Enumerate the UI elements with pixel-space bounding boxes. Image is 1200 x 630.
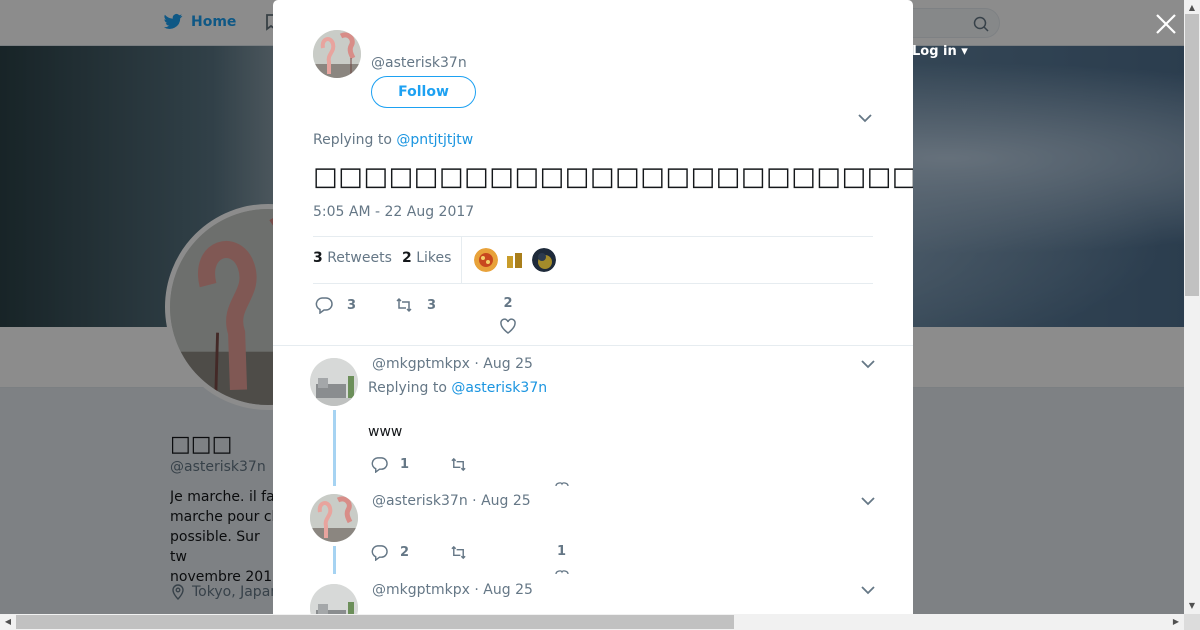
close-icon[interactable] bbox=[1154, 12, 1178, 36]
reply-header: @mkgptmkpx · Aug 25 bbox=[372, 356, 533, 372]
reply-author-handle[interactable]: @mkgptmkpx bbox=[372, 356, 470, 372]
like-button[interactable]: 2 bbox=[499, 296, 517, 335]
reply-header: @mkgptmkpx · Aug 25 bbox=[372, 582, 533, 598]
scroll-right-arrow[interactable]: ▶ bbox=[1168, 614, 1184, 630]
reply-author-handle[interactable]: @mkgptmkpx bbox=[372, 582, 470, 598]
tweet-stats: 3 Retweets 2 Likes bbox=[313, 236, 873, 284]
like-count[interactable]: 1 bbox=[557, 544, 566, 559]
reply-date[interactable]: · Aug 25 bbox=[472, 493, 531, 509]
chevron-down-icon[interactable] bbox=[861, 496, 875, 506]
avatar[interactable] bbox=[310, 584, 358, 614]
follow-button[interactable]: Follow bbox=[371, 76, 476, 108]
reply-tweet[interactable]: @mkgptmkpx · Aug 25 bbox=[273, 574, 913, 614]
replying-to: Replying to @pntjtjtjtw bbox=[313, 132, 474, 148]
reply-icon bbox=[371, 545, 388, 561]
chevron-down-icon[interactable] bbox=[858, 113, 872, 123]
retweet-icon bbox=[451, 457, 466, 472]
chevron-down-icon[interactable] bbox=[861, 359, 875, 369]
reply-date[interactable]: · Aug 25 bbox=[474, 582, 533, 598]
chevron-down-icon[interactable] bbox=[861, 585, 875, 595]
reply-text: www bbox=[368, 424, 403, 440]
thread-line bbox=[333, 546, 336, 574]
scroll-down-arrow[interactable]: ▼ bbox=[1184, 598, 1200, 614]
liker-avatar[interactable] bbox=[532, 248, 556, 272]
replying-to-link[interactable]: @pntjtjtjtw bbox=[396, 132, 473, 148]
reply-tweet[interactable]: @mkgptmkpx · Aug 25 Replying to @asteris… bbox=[273, 346, 913, 486]
reply-button[interactable]: 1 bbox=[371, 456, 409, 473]
reply-icon bbox=[315, 297, 333, 314]
retweet-button[interactable]: 3 bbox=[395, 296, 436, 314]
replying-to: Replying to @asterisk37n bbox=[368, 380, 548, 396]
reply-button[interactable]: 3 bbox=[315, 296, 356, 314]
tweet-timestamp[interactable]: 5:05 AM - 22 Aug 2017 bbox=[313, 204, 474, 220]
likes-stat[interactable]: 2 Likes bbox=[402, 250, 451, 266]
tweet-actions: 3 3 2 bbox=[313, 296, 873, 336]
reply-actions: 2 1 bbox=[368, 544, 668, 574]
avatar[interactable] bbox=[313, 30, 361, 78]
avatar[interactable] bbox=[310, 494, 358, 542]
retweet-icon bbox=[451, 545, 466, 560]
reply-tweet[interactable]: @asterisk37n · Aug 25 2 1 bbox=[273, 486, 913, 574]
reply-icon bbox=[371, 457, 388, 473]
scrollbar-corner bbox=[1184, 614, 1200, 630]
horizontal-scrollbar-thumb[interactable] bbox=[16, 615, 734, 629]
tweet-text: □□□□□□□□□□□□□□□□□□□□□□□□□□□□□□□□□□□□□□□□… bbox=[313, 162, 913, 192]
login-link[interactable]: Log in ▾ bbox=[912, 44, 968, 59]
reply-date[interactable]: · Aug 25 bbox=[474, 356, 533, 372]
retweet-button[interactable] bbox=[450, 544, 479, 561]
permalink-tweet: @asterisk37n Follow Replying to @pntjtjt… bbox=[273, 0, 913, 346]
liker-avatar[interactable] bbox=[503, 248, 527, 272]
tweet-author-handle[interactable]: @asterisk37n bbox=[371, 55, 467, 71]
retweet-icon bbox=[396, 297, 412, 313]
avatar[interactable] bbox=[310, 358, 358, 406]
retweets-stat[interactable]: 3 Retweets bbox=[313, 250, 392, 266]
tweet-permalink-modal: @asterisk37n Follow Replying to @pntjtjt… bbox=[273, 0, 913, 614]
reply-actions: 1 bbox=[368, 456, 668, 486]
vertical-scrollbar-thumb[interactable] bbox=[1185, 14, 1199, 296]
retweet-button[interactable] bbox=[450, 456, 479, 473]
heart-icon bbox=[500, 318, 516, 334]
stats-divider bbox=[461, 237, 462, 283]
reply-author-handle[interactable]: @asterisk37n bbox=[372, 493, 468, 509]
liker-avatar[interactable] bbox=[474, 248, 498, 272]
reply-button[interactable]: 2 bbox=[371, 544, 409, 561]
scroll-left-arrow[interactable]: ◀ bbox=[0, 614, 16, 630]
replying-to-link[interactable]: @asterisk37n bbox=[451, 380, 547, 396]
thread-line bbox=[333, 410, 336, 486]
reply-header: @asterisk37n · Aug 25 bbox=[372, 493, 531, 509]
